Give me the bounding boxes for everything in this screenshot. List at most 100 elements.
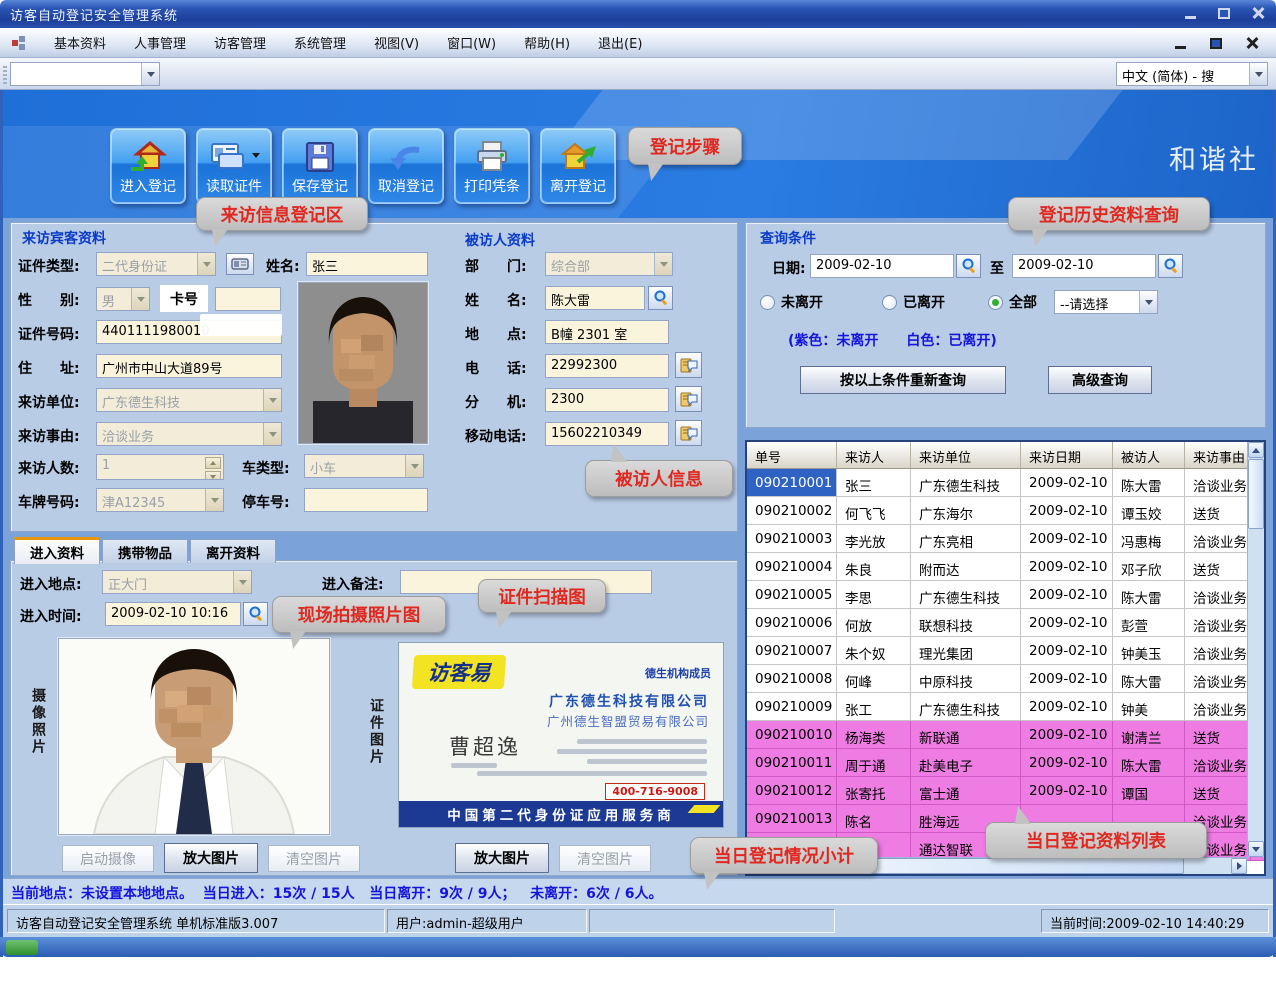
child-close-icon[interactable]: [1242, 34, 1262, 52]
menu-system[interactable]: 系统管理: [280, 29, 360, 56]
table-cell[interactable]: 090210010: [747, 721, 837, 748]
clear-photo-button[interactable]: 清空图片: [268, 845, 360, 872]
gender-combo[interactable]: 男: [96, 287, 150, 311]
table-row[interactable]: 090210002何飞飞广东海尔2009-02-10谭玉姣送货: [747, 497, 1264, 525]
ext-input[interactable]: 2300: [545, 388, 669, 412]
table-cell[interactable]: 理光集团: [911, 637, 1021, 664]
print-ticket-button[interactable]: 打印凭条: [454, 128, 530, 204]
table-cell[interactable]: 090210007: [747, 637, 837, 664]
table-cell[interactable]: 090210003: [747, 525, 837, 552]
chevron-down-icon[interactable]: [1139, 291, 1157, 313]
column-header[interactable]: 来访人: [837, 442, 911, 468]
filter-combo[interactable]: --请选择: [1054, 290, 1158, 314]
table-cell[interactable]: 090210011: [747, 749, 837, 776]
vertical-scrollbar[interactable]: [1247, 442, 1264, 857]
table-cell[interactable]: 2009-02-10: [1021, 693, 1113, 720]
spin-up-icon[interactable]: [205, 457, 221, 469]
phone-dial-button[interactable]: [675, 352, 702, 378]
table-cell[interactable]: 杨海类: [837, 721, 911, 748]
cert-type-combo[interactable]: 二代身份证: [96, 252, 216, 276]
table-cell[interactable]: 冯惠梅: [1113, 525, 1185, 552]
table-cell[interactable]: 广东海尔: [911, 497, 1021, 524]
table-cell[interactable]: 新联通: [911, 721, 1021, 748]
table-cell[interactable]: 090210013: [747, 805, 837, 832]
entry-time-input[interactable]: 2009-02-10 10:16: [105, 602, 241, 626]
table-cell[interactable]: 洽谈业务: [1185, 581, 1251, 608]
table-cell[interactable]: 何峰: [837, 665, 911, 692]
table-row[interactable]: 090210004朱良附而达2009-02-10邓子欣送货: [747, 553, 1264, 581]
table-cell[interactable]: 2009-02-10: [1021, 749, 1113, 776]
table-cell[interactable]: 谢清兰: [1113, 721, 1185, 748]
table-cell[interactable]: 陈大雷: [1113, 749, 1185, 776]
table-row[interactable]: 090210003李光放广东亮相2009-02-10冯惠梅洽谈业务: [747, 525, 1264, 553]
child-restore-icon[interactable]: [1206, 34, 1226, 52]
radio-circle-icon[interactable]: [760, 295, 775, 310]
table-row[interactable]: 090210012张寄托富士通2009-02-10谭国送货: [747, 777, 1264, 805]
menu-help[interactable]: 帮助(H): [510, 29, 584, 56]
mobile-dial-button[interactable]: [675, 420, 702, 446]
scroll-down-icon[interactable]: [1248, 841, 1264, 857]
clear-cert-button[interactable]: 清空图片: [559, 845, 651, 872]
table-cell[interactable]: 陈大雷: [1113, 665, 1185, 692]
radio-selected-icon[interactable]: [988, 295, 1003, 310]
chevron-down-icon[interactable]: [197, 253, 215, 275]
table-cell[interactable]: 2009-02-10: [1021, 721, 1113, 748]
table-cell[interactable]: 送货: [1185, 553, 1251, 580]
chevron-down-icon[interactable]: [405, 455, 423, 477]
table-row[interactable]: 090210009张工广东德生科技2009-02-10钟美洽谈业务: [747, 693, 1264, 721]
table-cell[interactable]: 090210009: [747, 693, 837, 720]
table-cell[interactable]: 2009-02-10: [1021, 469, 1113, 496]
language-combo[interactable]: 中文 (简体) - 搜: [1116, 62, 1268, 86]
chevron-down-icon[interactable]: [131, 288, 149, 310]
entry-place-combo[interactable]: 正大门: [102, 570, 252, 594]
column-header[interactable]: 来访事由: [1185, 442, 1251, 468]
table-cell[interactable]: 李光放: [837, 525, 911, 552]
phone-input[interactable]: 22992300: [545, 354, 669, 378]
table-cell[interactable]: 2009-02-10: [1021, 581, 1113, 608]
parking-input[interactable]: [304, 488, 428, 512]
menu-exit[interactable]: 退出(E): [584, 29, 656, 56]
address-input[interactable]: 广州市中山大道89号: [96, 354, 282, 378]
table-cell[interactable]: 090210004: [747, 553, 837, 580]
column-header[interactable]: 单号: [747, 442, 837, 468]
table-cell[interactable]: 何放: [837, 609, 911, 636]
table-row[interactable]: 090210007朱个奴理光集团2009-02-10钟美玉洽谈业务: [747, 637, 1264, 665]
chevron-down-icon[interactable]: [1249, 63, 1267, 85]
column-header[interactable]: 来访单位: [911, 442, 1021, 468]
table-cell[interactable]: 联想科技: [911, 609, 1021, 636]
table-cell[interactable]: 何飞飞: [837, 497, 911, 524]
table-cell[interactable]: 李思: [837, 581, 911, 608]
save-register-button[interactable]: 保存登记: [282, 128, 358, 204]
child-minimize-icon[interactable]: [1170, 34, 1190, 52]
table-cell[interactable]: 中原科技: [911, 665, 1021, 692]
table-cell[interactable]: 090210008: [747, 665, 837, 692]
radio-circle-icon[interactable]: [882, 295, 897, 310]
table-cell[interactable]: 张寄托: [837, 777, 911, 804]
chevron-down-icon[interactable]: [141, 63, 159, 85]
toolbar-grip[interactable]: [3, 66, 7, 84]
table-cell[interactable]: 谭玉姣: [1113, 497, 1185, 524]
table-cell[interactable]: 洽谈业务: [1185, 665, 1251, 692]
menu-view[interactable]: 视图(V): [360, 29, 433, 56]
visit-company-combo[interactable]: 广东德生科技: [96, 388, 282, 412]
location-input[interactable]: B幢 2301 室: [545, 320, 669, 344]
table-row[interactable]: 090210010杨海类新联通2009-02-10谢清兰送货: [747, 721, 1264, 749]
table-cell[interactable]: 2009-02-10: [1021, 525, 1113, 552]
quick-select-combo[interactable]: [10, 62, 160, 86]
table-cell[interactable]: 广东德生科技: [911, 469, 1021, 496]
tab-carried-items[interactable]: 携带物品: [102, 539, 188, 563]
zoom-cert-button[interactable]: 放大图片: [455, 843, 549, 873]
scroll-right-icon[interactable]: [1231, 858, 1247, 874]
table-cell[interactable]: 送货: [1185, 777, 1251, 804]
table-cell[interactable]: 090210002: [747, 497, 837, 524]
table-cell[interactable]: 赴美电子: [911, 749, 1021, 776]
menu-window[interactable]: 窗口(W): [433, 29, 510, 56]
minimize-icon[interactable]: [1180, 4, 1200, 22]
menu-visitor[interactable]: 访客管理: [200, 29, 280, 56]
requery-button[interactable]: 按以上条件重新查询: [800, 366, 1006, 394]
table-cell[interactable]: 洽谈业务: [1185, 469, 1251, 496]
table-cell[interactable]: 洽谈业务: [1185, 609, 1251, 636]
visitee-search-button[interactable]: [648, 286, 673, 310]
table-cell[interactable]: 090210001: [747, 469, 837, 496]
ext-dial-button[interactable]: [675, 386, 702, 412]
